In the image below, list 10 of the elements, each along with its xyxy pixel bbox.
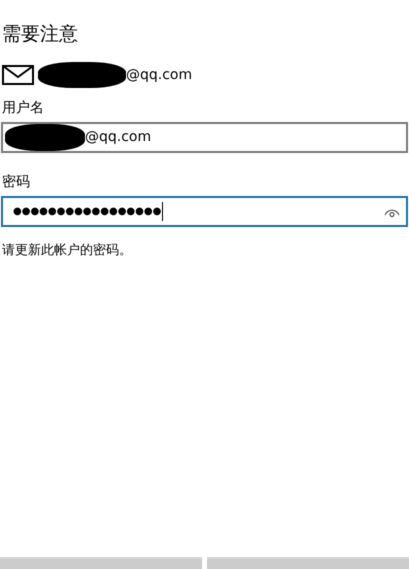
field-label: 用户名 bbox=[2, 100, 44, 116]
dialog-button[interactable] bbox=[0, 557, 202, 569]
mail-icon bbox=[2, 65, 34, 85]
password-field[interactable]: ●●●●●●●●●●●●●●●●● bbox=[1, 196, 408, 227]
field-label: 密码 bbox=[2, 174, 30, 190]
username-field[interactable]: @qq.com bbox=[1, 122, 408, 153]
dialog-button[interactable] bbox=[207, 557, 409, 569]
dialog-title: 需要注意 bbox=[2, 23, 78, 45]
info-message: 请更新此帐户的密码。 bbox=[2, 243, 132, 258]
account-email: @qq.com bbox=[126, 66, 192, 84]
